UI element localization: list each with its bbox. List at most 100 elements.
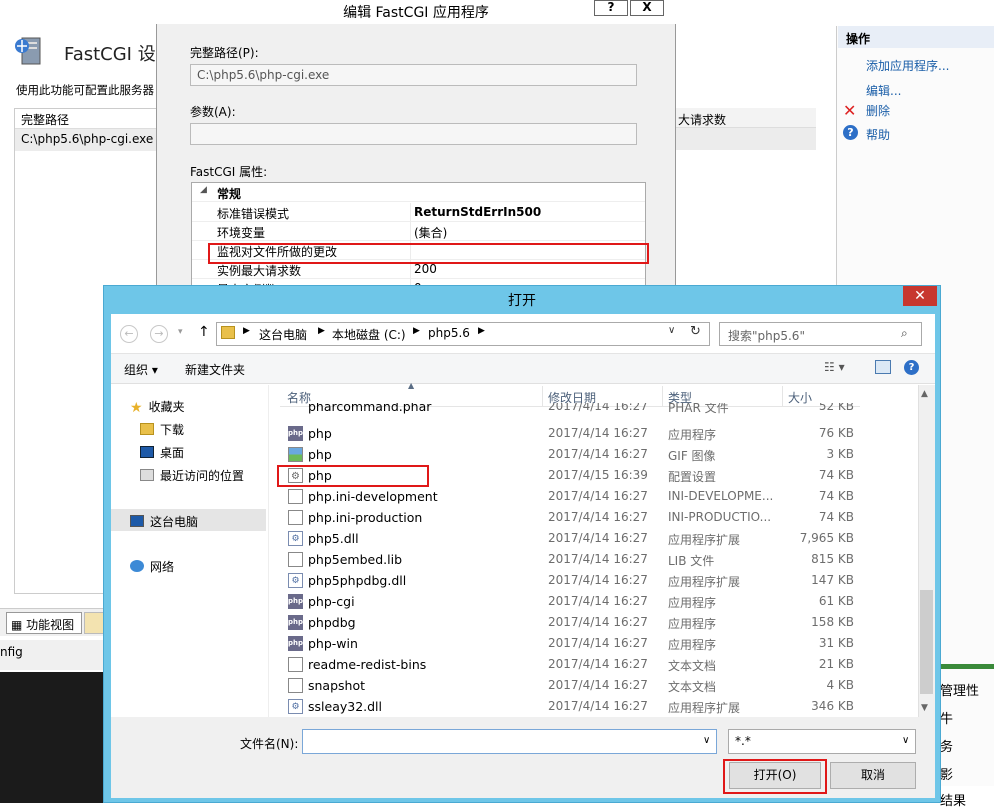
nav-recent[interactable]: 最近访问的位置 [140, 467, 244, 484]
file-row[interactable]: php php-win 2017/4/14 16:27 应用程序 31 KB [280, 633, 860, 654]
forward-button[interactable]: → [150, 325, 168, 343]
dialog-title: 打开 [508, 293, 536, 309]
breadcrumb[interactable]: 本地磁盘 (C:) [332, 326, 406, 343]
view-options-icon[interactable]: ☷ ▾ [824, 360, 845, 374]
document-icon [288, 489, 303, 504]
args-label: 参数(A): [190, 105, 236, 119]
search-input[interactable]: 搜索"php5.6" [719, 322, 922, 346]
file-name: php.ini-production [308, 510, 423, 525]
file-row[interactable]: php php-cgi 2017/4/14 16:27 应用程序 61 KB [280, 591, 860, 612]
grid-row-continued[interactable] [676, 128, 816, 150]
nav-this-pc[interactable]: 这台电脑 [130, 513, 198, 530]
file-date: 2017/4/14 16:27 [548, 552, 648, 566]
group-general: 常规 [217, 187, 242, 201]
recent-places-icon [140, 469, 154, 481]
grid-header-max-requests[interactable]: 大请求数 [676, 108, 816, 128]
file-row[interactable]: php 2017/4/14 16:27 GIF 图像 3 KB [280, 444, 860, 465]
scrollbar-thumb[interactable] [920, 590, 933, 694]
file-row[interactable]: php5embed.lib 2017/4/14 16:27 LIB 文件 815 KB [280, 549, 860, 570]
breadcrumb[interactable]: php5.6 [428, 326, 470, 340]
file-date: 2017/4/14 16:27 [548, 510, 648, 524]
action-edit[interactable]: 编辑... [866, 82, 901, 99]
prop-value[interactable]: ReturnStdErrIn500 [414, 205, 541, 219]
action-delete[interactable]: 删除 [866, 102, 890, 119]
right-text-1: 管理性 [940, 684, 980, 699]
collapse-icon[interactable]: ◢ [200, 185, 207, 195]
recent-dropdown-icon[interactable]: ▾ [178, 327, 183, 337]
file-row[interactable]: php.ini-development 2017/4/14 16:27 INI-DE… [280, 486, 860, 507]
file-type: 应用程序 [668, 638, 717, 652]
page-description: 使用此功能可配置此服务器 [16, 83, 154, 97]
prop-key[interactable]: 环境变量 [217, 224, 265, 241]
file-date: 2017/4/14 16:27 [548, 657, 648, 671]
file-row[interactable]: snapshot 2017/4/14 16:27 文本文档 4 KB [280, 675, 860, 696]
cancel-button[interactable]: 取消 [830, 762, 916, 789]
grid-row[interactable]: C:\php5.6\php-cgi.exe [15, 129, 157, 151]
file-name: php5phpdbg.dll [308, 573, 407, 588]
file-row[interactable]: pharcommand.phar 2017/4/14 16:27 PHAR 文件… [280, 403, 860, 417]
chevron-down-icon[interactable]: ∨ [902, 735, 909, 746]
help-icon[interactable]: ? [904, 360, 919, 375]
file-date: 2017/4/14 16:27 [548, 489, 648, 503]
crumb-arrow-icon[interactable]: ▶ [478, 326, 485, 336]
nav-favorites[interactable]: ★ 收藏夹 [130, 398, 185, 416]
nav-desktop[interactable]: 桌面 [140, 444, 184, 461]
new-folder-button[interactable]: 新建文件夹 [185, 361, 245, 378]
file-row[interactable]: ⚙ php5phpdbg.dll 2017/4/14 16:27 应用程序扩展 147 … [280, 570, 860, 591]
crumb-arrow-icon[interactable]: ▶ [413, 326, 420, 336]
right-text-4: 影 [940, 768, 954, 783]
action-add-application[interactable]: 添加应用程序... [866, 57, 949, 74]
help-button[interactable]: ? [594, 0, 628, 16]
file-type: 文本文档 [668, 659, 717, 673]
file-type: INI-PRODUCTIO... [668, 510, 772, 524]
prop-key[interactable]: 实例最大请求数 [217, 262, 301, 279]
args-field[interactable] [190, 123, 637, 145]
file-type: 应用程序 [668, 596, 717, 610]
file-row[interactable]: php.ini-production 2017/4/14 16:27 INI-PRO… [280, 507, 860, 528]
text-file-icon [288, 657, 303, 672]
scroll-down-icon[interactable]: ▼ [921, 703, 928, 713]
file-name: phpdbg [308, 615, 356, 630]
file-row[interactable]: ⚙ ssleay32.dll 2017/4/14 16:27 应用程序扩展 346 KB [280, 696, 860, 717]
scroll-up-icon[interactable]: ▲ [921, 389, 928, 399]
file-date: 2017/4/14 16:27 [548, 403, 648, 413]
path-field[interactable]: C:\php5.6\php-cgi.exe [190, 64, 637, 86]
up-button[interactable]: ↑ [198, 324, 210, 340]
features-view-icon: ▦ [11, 618, 27, 632]
organize-button[interactable]: 组织 ▾ [124, 361, 158, 378]
prop-value[interactable]: (集合) [414, 224, 447, 241]
crumb-arrow-icon[interactable]: ▶ [243, 326, 250, 336]
preview-pane-icon[interactable] [875, 360, 891, 374]
nav-label: 收藏夹 [148, 400, 185, 414]
refresh-icon[interactable]: ↻ [690, 324, 701, 339]
crumb-arrow-icon[interactable]: ▶ [318, 326, 325, 336]
file-type-filter[interactable]: *.* [728, 729, 916, 754]
file-row[interactable]: ⚙ php5.dll 2017/4/14 16:27 应用程序扩展 7,965 KB [280, 528, 860, 549]
file-size: 21 KB [818, 657, 854, 671]
file-size: 158 KB [811, 615, 854, 629]
file-date: 2017/4/14 16:27 [548, 573, 648, 587]
property-grid[interactable]: ◢ 常规 标准错误模式 ReturnStdErrIn500 环境变量 (集合) 监视… [191, 182, 646, 292]
filename-input[interactable] [302, 729, 717, 754]
chevron-down-icon[interactable]: ∨ [668, 325, 675, 336]
file-row[interactable]: php phpdbg 2017/4/14 16:27 应用程序 158 KB [280, 612, 860, 633]
close-button[interactable]: X [630, 0, 664, 16]
grid-header-path[interactable]: 完整路径 [15, 109, 157, 129]
close-button[interactable]: ✕ [903, 286, 937, 306]
nav-downloads[interactable]: 下载 [140, 421, 184, 438]
back-button[interactable]: ← [120, 325, 138, 343]
navigation-pane [111, 385, 269, 717]
file-row[interactable]: readme-redist-bins 2017/4/14 16:27 文本文档 21 … [280, 654, 860, 675]
folder-icon [221, 326, 235, 339]
tab-features-label: 功能视图 [26, 618, 75, 632]
breadcrumb[interactable]: 这台电脑 [259, 326, 307, 343]
prop-value[interactable]: 200 [414, 262, 437, 276]
file-row[interactable]: php php 2017/4/14 16:27 应用程序 76 KB [280, 423, 860, 444]
chevron-down-icon[interactable]: ∨ [703, 735, 710, 746]
prop-key[interactable]: 标准错误模式 [217, 205, 289, 222]
tab-features-view[interactable]: ▦ 功能视图 [6, 612, 82, 634]
nav-network[interactable]: 网络 [130, 558, 174, 575]
image-file-icon [288, 447, 303, 462]
tab-content-view[interactable] [84, 612, 104, 634]
action-help[interactable]: 帮助 [866, 126, 890, 143]
